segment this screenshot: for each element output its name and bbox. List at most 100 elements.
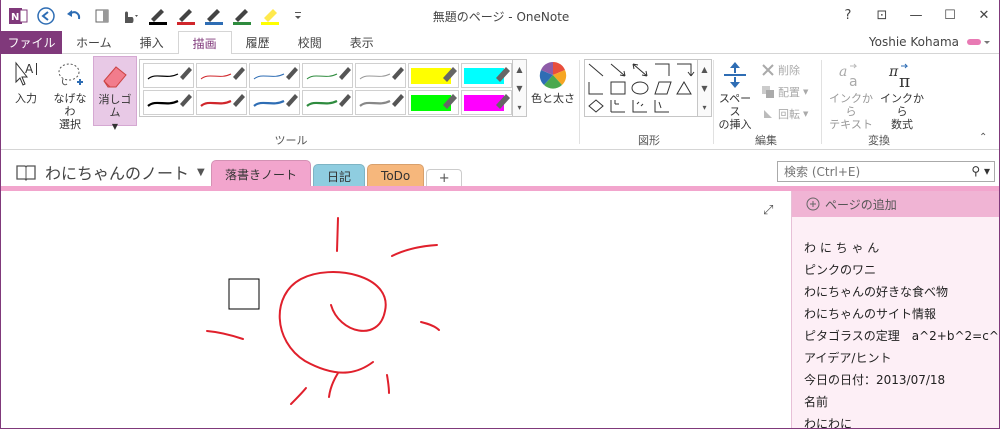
pen-black-thick[interactable] bbox=[143, 90, 194, 115]
maximize-button[interactable]: ☐ bbox=[933, 0, 967, 30]
shapes-gallery-scroll[interactable]: ▲ ▼ ▾ bbox=[698, 59, 712, 117]
tab-home[interactable]: ホーム bbox=[62, 31, 126, 54]
gallery-down-icon[interactable]: ▼ bbox=[513, 79, 526, 98]
tab-review[interactable]: 校閲 bbox=[284, 31, 336, 54]
arrange-button[interactable]: 配置 ▼ bbox=[761, 84, 808, 100]
rotate-button[interactable]: 回転 ▼ bbox=[761, 106, 808, 122]
group-separator bbox=[579, 60, 580, 144]
pen-green-thick[interactable] bbox=[302, 90, 353, 115]
page-item[interactable]: わ に ち ゃ ん bbox=[804, 237, 999, 259]
lasso-label-line2: 選択 bbox=[59, 118, 81, 131]
arrange-dropdown-icon: ▼ bbox=[803, 88, 809, 96]
shapes-more-icon[interactable]: ▾ bbox=[698, 98, 711, 117]
lasso-label-line1: なげなわ bbox=[53, 92, 87, 118]
pen-gray-thick[interactable] bbox=[355, 90, 406, 115]
convert-group-label: 変換 bbox=[868, 134, 890, 147]
onenote-window: N 無題のページ - OneNote ? ⊡ — ☐ ✕ ファイル ホーム 挿入… bbox=[0, 0, 1000, 429]
shapes-down-icon[interactable]: ▼ bbox=[698, 79, 711, 98]
help-button[interactable]: ? bbox=[831, 0, 865, 30]
page-item[interactable]: ピタゴラスの定理 a^2+b^2=c^2 bbox=[804, 325, 999, 347]
ink-to-text-label-line1: インクから bbox=[829, 92, 873, 118]
pen-red-thin[interactable] bbox=[196, 63, 247, 88]
delete-icon bbox=[762, 64, 774, 76]
ink-to-math-icon: ππ bbox=[888, 63, 910, 90]
highlighter-green[interactable] bbox=[408, 90, 459, 115]
ribbon-tabs: ホーム 挿入 描画 履歴 校閲 表示 bbox=[62, 31, 388, 55]
tab-insert[interactable]: 挿入 bbox=[126, 31, 178, 54]
add-page-icon bbox=[806, 197, 820, 211]
page-item[interactable]: 今日の日付：2013/07/18 bbox=[804, 369, 999, 391]
tab-file[interactable]: ファイル bbox=[1, 31, 62, 54]
page-item[interactable]: わにわに bbox=[804, 413, 999, 428]
eraser-dropdown-icon[interactable]: ▼ bbox=[112, 122, 118, 131]
add-page-label: ページの追加 bbox=[825, 197, 897, 212]
shapes-gallery bbox=[584, 59, 698, 117]
highlighter-cyan[interactable] bbox=[461, 63, 512, 88]
page-item[interactable]: アイデア/ヒント bbox=[804, 347, 999, 369]
gallery-up-icon[interactable]: ▲ bbox=[513, 60, 526, 79]
insert-space-button[interactable]: スペース の挿入 bbox=[715, 60, 755, 131]
ribbon-display-button[interactable]: ⊡ bbox=[865, 0, 899, 30]
pen-gallery-scroll[interactable]: ▲ ▼ ▾ bbox=[513, 59, 527, 117]
color-thickness-button[interactable]: 色と太さ bbox=[529, 60, 577, 124]
ink-to-text-button[interactable]: aa インクから テキスト bbox=[827, 60, 875, 131]
insert-space-icon bbox=[724, 62, 746, 88]
add-section-button[interactable]: + bbox=[426, 169, 463, 187]
color-thickness-label: 色と太さ bbox=[531, 92, 575, 105]
title-bar: N 無題のページ - OneNote ? ⊡ — ☐ ✕ bbox=[1, 0, 999, 31]
delete-button[interactable]: 削除 bbox=[761, 62, 800, 78]
section-tab-rakugaki[interactable]: 落書きノート bbox=[211, 160, 312, 187]
page-canvas[interactable]: ⤢ bbox=[1, 191, 791, 429]
search-icon[interactable]: ⚲ ▾ bbox=[971, 164, 990, 178]
pen-black-thin[interactable] bbox=[143, 63, 194, 88]
section-tab-diary[interactable]: 日記 bbox=[313, 164, 366, 187]
lasso-select-button[interactable]: なげなわ 選択 bbox=[49, 60, 91, 131]
input-button[interactable]: A 入力 bbox=[7, 60, 45, 124]
page-item[interactable]: ピンクのワニ bbox=[804, 259, 999, 281]
search-box[interactable]: ⚲ ▾ bbox=[777, 161, 995, 182]
color-wheel-icon bbox=[539, 62, 567, 89]
svg-text:π: π bbox=[888, 64, 899, 80]
page-item[interactable]: わにちゃんの好きな食べ物 bbox=[804, 281, 999, 303]
type-cursor-icon: A bbox=[15, 61, 37, 86]
notebook-icon bbox=[16, 165, 36, 181]
highlighter-magenta[interactable] bbox=[461, 90, 512, 115]
pen-red-thick[interactable] bbox=[196, 90, 247, 115]
pen-blue-thick[interactable] bbox=[249, 90, 300, 115]
group-separator bbox=[713, 60, 714, 144]
eraser-label: 消しゴム bbox=[98, 93, 132, 119]
shapes-up-icon[interactable]: ▲ bbox=[698, 60, 711, 79]
user-account[interactable]: Yoshie Kohama bbox=[869, 35, 991, 49]
pen-green-thin[interactable] bbox=[302, 63, 353, 88]
eraser-button[interactable]: 消しゴム ▼ bbox=[93, 56, 137, 131]
minimize-button[interactable]: — bbox=[899, 0, 933, 30]
svg-text:A: A bbox=[25, 62, 34, 76]
add-page-button[interactable]: ページの追加 bbox=[792, 191, 999, 217]
ink-drawing[interactable] bbox=[1, 191, 791, 429]
page-item[interactable]: わにちゃんのサイト情報 bbox=[804, 303, 999, 325]
tab-draw[interactable]: 描画 bbox=[177, 31, 232, 55]
collapse-ribbon-icon[interactable]: ⌃ bbox=[979, 132, 987, 143]
pen-gray-thin[interactable] bbox=[355, 63, 406, 88]
notebook-selector[interactable]: わにちゃんのノート ▼ bbox=[15, 160, 205, 184]
rotate-label: 回転 bbox=[778, 108, 800, 121]
edit-group-label: 編集 bbox=[755, 134, 777, 147]
drawn-square[interactable] bbox=[228, 278, 260, 310]
highlighter-yellow[interactable] bbox=[408, 63, 459, 88]
pen-blue-thin[interactable] bbox=[249, 63, 300, 88]
drawn-sun[interactable] bbox=[206, 217, 440, 405]
tab-view[interactable]: 表示 bbox=[336, 31, 388, 54]
ink-to-math-button[interactable]: ππ インクから 数式 bbox=[877, 60, 927, 131]
user-account-icon bbox=[967, 39, 990, 45]
search-input[interactable] bbox=[778, 162, 958, 181]
insert-space-label-line2: の挿入 bbox=[718, 118, 752, 131]
section-tabs: 落書きノート 日記 ToDo + bbox=[211, 159, 463, 187]
gallery-more-icon[interactable]: ▾ bbox=[513, 98, 526, 117]
page-item[interactable]: 名前 bbox=[804, 391, 999, 413]
rotate-icon bbox=[764, 110, 772, 118]
section-tab-todo[interactable]: ToDo bbox=[367, 164, 425, 187]
shapes-grid[interactable] bbox=[585, 60, 697, 116]
tab-history[interactable]: 履歴 bbox=[232, 31, 284, 54]
arrange-label: 配置 bbox=[778, 86, 800, 99]
close-button[interactable]: ✕ bbox=[967, 0, 999, 30]
